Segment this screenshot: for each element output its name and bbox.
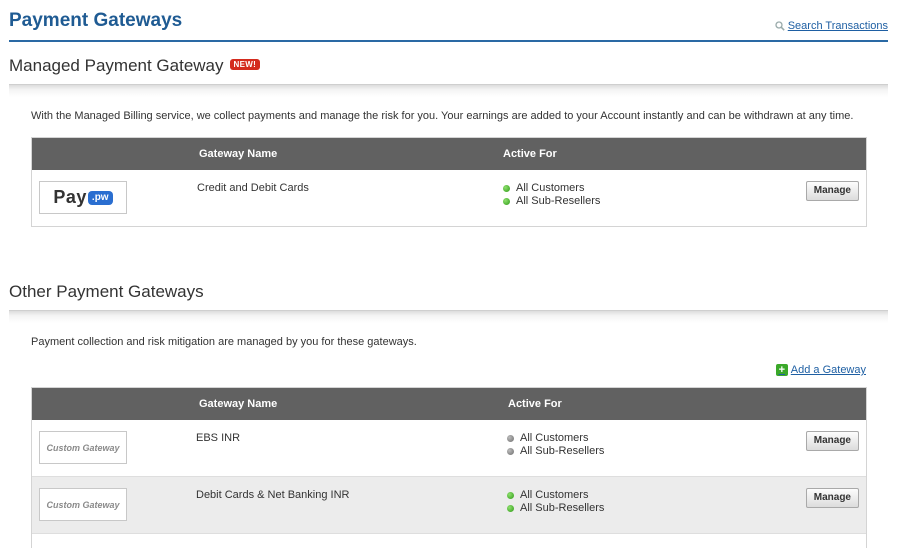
status-active-icon	[503, 185, 510, 192]
page-title: Payment Gateways	[9, 10, 183, 31]
manage-button[interactable]: Manage	[805, 488, 859, 508]
active-for-list: All Customers All Sub-Resellers	[507, 432, 604, 458]
status-active-icon	[507, 505, 514, 512]
add-gateway-link[interactable]: + Add a Gateway	[775, 364, 866, 376]
status-inactive-icon	[507, 448, 514, 455]
status-active-icon	[507, 492, 514, 499]
paypw-logo-text: Pay	[53, 187, 87, 207]
active-for-list: All Customers All Sub-Resellers	[503, 182, 600, 208]
table-row: Pay .pw Credit and Debit Cards All Custom…	[32, 170, 866, 226]
custom-gateway-logo: Custom Gateway	[39, 488, 127, 521]
custom-gateway-logo-text: Custom Gateway	[46, 499, 120, 510]
active-for-sub-resellers: All Sub-Resellers	[520, 445, 605, 457]
table-header: Gateway Name Active For	[32, 138, 866, 170]
paypw-logo: Pay .pw	[39, 181, 127, 214]
active-for-customers: All Customers	[516, 182, 585, 194]
gateway-name: Credit and Debit Cards	[197, 182, 309, 194]
custom-gateway-logo: Custom Gateway	[39, 431, 127, 464]
search-transactions-label: Search Transactions	[787, 20, 888, 32]
managed-section-heading: Managed Payment Gateway	[9, 56, 224, 75]
section-divider	[9, 310, 888, 323]
paypw-logo-badge: .pw	[87, 190, 113, 205]
manage-button[interactable]: Manage	[805, 431, 859, 451]
status-active-icon	[503, 198, 510, 205]
column-header-gateway-name: Gateway Name	[199, 148, 278, 160]
new-badge: NEW!	[229, 59, 261, 70]
column-header-gateway-name: Gateway Name	[199, 398, 278, 410]
gateway-name: Debit Cards & Net Banking INR	[196, 489, 350, 501]
title-divider	[9, 40, 888, 42]
other-description: Payment collection and risk mitigation a…	[31, 336, 417, 348]
managed-gateways-table: Gateway Name Active For Pay .pw Credit an…	[31, 137, 867, 227]
section-divider	[9, 84, 888, 97]
active-for-list: All Customers All Sub-Resellers	[507, 489, 604, 515]
managed-description: With the Managed Billing service, we col…	[31, 110, 854, 122]
table-header: Gateway Name Active For	[32, 388, 866, 420]
search-transactions-link[interactable]: Search Transactions	[775, 20, 888, 32]
gateway-name: EBS INR	[196, 432, 241, 444]
table-row: Custom Gateway EBS INR All Customers All…	[32, 420, 866, 476]
plus-icon: +	[775, 364, 788, 376]
other-section-title: Other Payment Gateways	[9, 282, 204, 301]
active-for-customers: All Customers	[520, 432, 589, 444]
column-header-active-for: Active For	[508, 398, 562, 410]
add-gateway-label: Add a Gateway	[790, 364, 866, 376]
status-inactive-icon	[507, 435, 514, 442]
search-icon	[775, 21, 785, 31]
managed-section-title: Managed Payment Gateway NEW!	[9, 56, 261, 76]
manage-button[interactable]: Manage	[805, 181, 859, 201]
column-header-active-for: Active For	[503, 148, 557, 160]
table-row	[32, 533, 866, 554]
active-for-sub-resellers: All Sub-Resellers	[520, 502, 605, 514]
other-gateways-table: Gateway Name Active For Custom Gateway E…	[31, 387, 867, 554]
custom-gateway-logo-text: Custom Gateway	[46, 442, 120, 453]
table-row: Custom Gateway Debit Cards & Net Banking…	[32, 476, 866, 533]
active-for-customers: All Customers	[520, 489, 589, 501]
active-for-sub-resellers: All Sub-Resellers	[516, 195, 601, 207]
